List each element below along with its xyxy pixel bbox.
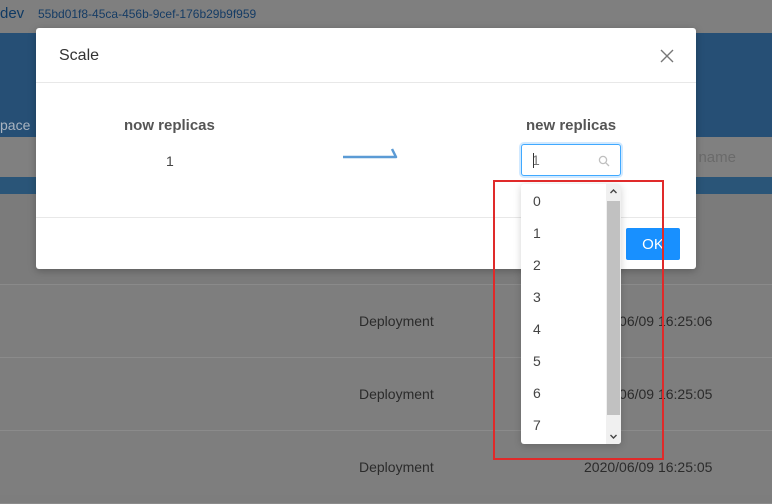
modal-divider — [36, 82, 696, 83]
dropdown-option[interactable]: 0 — [521, 185, 605, 217]
name-filter-placeholder[interactable]: name — [698, 149, 736, 166]
env-label: dev — [0, 5, 25, 22]
chevron-up-icon[interactable] — [606, 184, 621, 199]
namespace-tab[interactable]: pace — [0, 117, 30, 133]
arrow-right-icon — [342, 146, 402, 160]
row-kind: Deployment — [359, 386, 434, 402]
dropdown-option[interactable]: 4 — [521, 313, 605, 345]
dropdown-option[interactable]: 7 — [521, 409, 605, 441]
dropdown-option[interactable]: 3 — [521, 281, 605, 313]
dropdown-option[interactable]: 2 — [521, 249, 605, 281]
table-row[interactable]: Deployment 2020/06/09 16:25:05 — [0, 431, 772, 504]
row-time: 2020/06/09 16:25:05 — [584, 459, 713, 475]
new-replicas-label: new replicas — [526, 117, 617, 134]
scrollbar-thumb[interactable] — [607, 201, 620, 415]
cluster-id: 55bd01f8-45ca-456b-9cef-176b29b9f959 — [38, 7, 257, 21]
text-cursor — [533, 153, 534, 168]
dropdown-scrollbar[interactable] — [606, 184, 621, 444]
dropdown-option[interactable]: 1 — [521, 217, 605, 249]
now-replicas-value: 1 — [166, 153, 174, 169]
now-replicas-label: now replicas — [124, 117, 215, 134]
ok-button[interactable]: OK — [626, 228, 680, 260]
chevron-down-icon[interactable] — [606, 429, 621, 444]
new-replicas-search-input[interactable] — [532, 150, 592, 170]
new-replicas-select[interactable] — [521, 144, 621, 176]
row-kind: Deployment — [359, 313, 434, 329]
dropdown-option[interactable]: 6 — [521, 377, 605, 409]
table-row[interactable]: Deployment 2020/06/09 16:25:05 — [0, 358, 772, 431]
modal-title: Scale — [59, 47, 100, 64]
dropdown-option[interactable]: 5 — [521, 345, 605, 377]
replicas-dropdown: 0 1 2 3 4 5 6 7 — [521, 184, 621, 444]
table-row[interactable]: Deployment 2020/06/09 16:25:06 — [0, 285, 772, 358]
search-icon — [598, 154, 610, 167]
row-kind: Deployment — [359, 459, 434, 475]
close-icon[interactable] — [658, 47, 676, 65]
